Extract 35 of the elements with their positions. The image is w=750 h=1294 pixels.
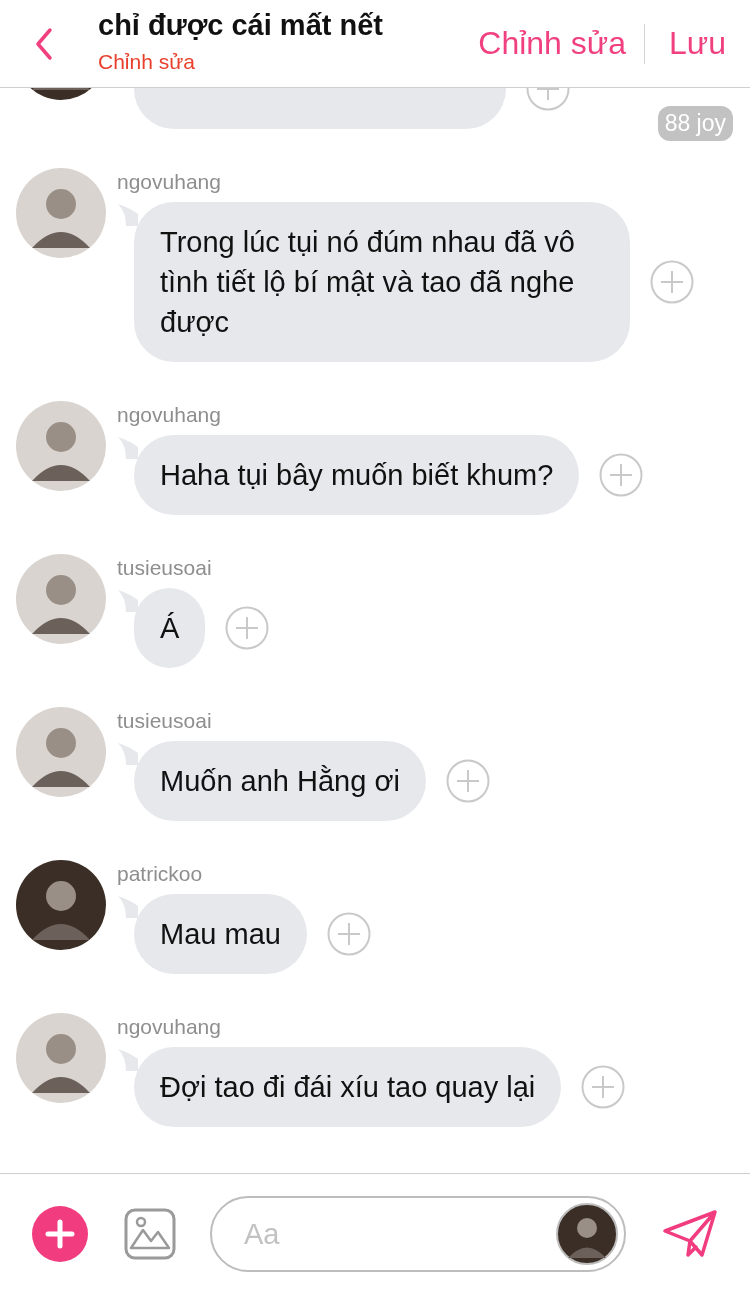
message-bubble: Muốn anh Hằng ơi (134, 741, 426, 821)
message-input-box[interactable]: Aa (210, 1196, 626, 1272)
header-action-link[interactable]: Chỉnh sửa (478, 25, 626, 62)
avatar[interactable] (16, 1013, 106, 1103)
image-icon[interactable] (124, 1208, 176, 1260)
add-icon[interactable] (32, 1206, 88, 1262)
username: patrickoo (117, 862, 204, 887)
username: tusieusoai (117, 709, 213, 734)
message-bubble: Đợi tao đi đái xíu tao quay lại (134, 1047, 562, 1127)
chat-title: chỉ được cái mất nết (98, 9, 383, 42)
username: ngovuhang (117, 1015, 222, 1040)
username: ngovuhang (117, 170, 222, 195)
chat-subtitle: Chỉnh sửa (98, 50, 196, 74)
avatar[interactable] (16, 401, 106, 491)
bubble-tail (118, 743, 138, 765)
bubble-tail (118, 590, 138, 612)
header-action-link[interactable]: Lưu (669, 25, 726, 62)
bubble-tail (118, 896, 138, 918)
avatar[interactable] (16, 707, 106, 797)
avatar[interactable] (556, 1203, 618, 1265)
message-bubble: Á (134, 588, 206, 668)
bubble-tail (118, 437, 138, 459)
username: ngovuhang (117, 403, 222, 428)
send-icon[interactable] (662, 1209, 718, 1259)
bubble-tail (118, 1049, 138, 1071)
message-bubble: Haha tụi bây muốn biết khum? (134, 435, 580, 515)
avatar[interactable] (16, 168, 106, 258)
bubble-tail (118, 204, 138, 226)
message-input[interactable]: Aa (242, 1216, 556, 1252)
avatar[interactable] (16, 554, 106, 644)
message-bubble: Trong lúc tụi nó đúm nhau đã vô tình tiết lộ bí mật và tao đã nghe được (134, 202, 630, 362)
back-icon[interactable] (34, 26, 54, 61)
avatar[interactable] (16, 860, 106, 950)
message-bubble: Mau mau (134, 894, 307, 974)
username: tusieusoai (117, 556, 213, 581)
